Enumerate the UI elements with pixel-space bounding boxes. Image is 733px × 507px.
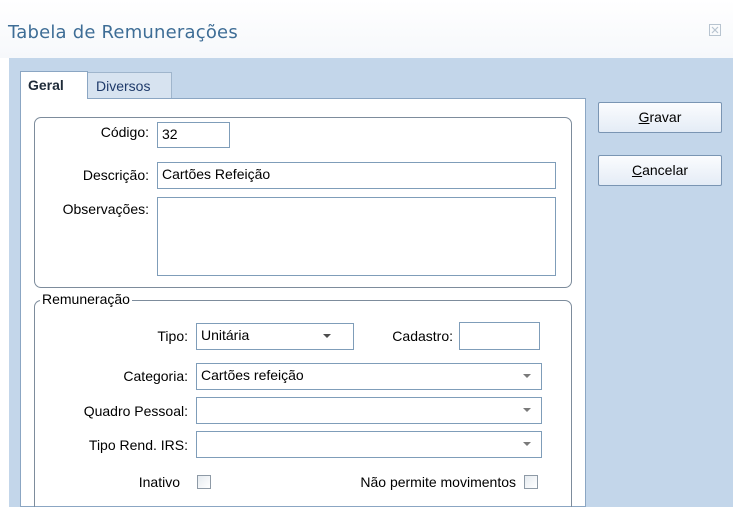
window-title: Tabela de Remunerações — [8, 22, 238, 43]
cadastro-field[interactable] — [459, 322, 540, 350]
cadastro-label: Cadastro: — [392, 328, 453, 344]
inativo-checkbox[interactable] — [197, 475, 211, 489]
codigo-field[interactable]: 32 — [157, 122, 230, 148]
tipo-select[interactable]: Unitária — [196, 323, 354, 350]
categoria-select-value: Cartões refeição — [201, 367, 304, 383]
save-button-mnemonic: G — [638, 109, 650, 125]
save-button-label: ravar — [649, 109, 682, 125]
quadro-pessoal-label: Quadro Pessoal: — [83, 403, 188, 419]
tipo-select-value: Unitária — [201, 327, 250, 343]
categoria-select[interactable]: Cartões refeição — [196, 363, 542, 390]
tab-geral[interactable]: Geral — [20, 71, 88, 99]
close-icon[interactable] — [709, 24, 721, 36]
nao-permite-movimentos-label: Não permite movimentos — [360, 474, 516, 490]
tipo-rend-irs-label: Tipo Rend. IRS: — [88, 437, 188, 453]
observacoes-field[interactable] — [157, 197, 556, 276]
chevron-down-icon[interactable] — [519, 432, 535, 457]
inativo-label: Inativo — [138, 474, 180, 490]
remuneracao-legend: Remuneração — [40, 291, 132, 307]
tab-diversos[interactable]: Diversos — [88, 72, 172, 98]
cancel-button-label: ancelar — [642, 162, 689, 178]
descricao-field[interactable]: Cartões Refeição — [157, 162, 556, 189]
categoria-label: Categoria: — [123, 368, 188, 384]
tipo-label: Tipo: — [157, 328, 188, 344]
tipo-rend-irs-select[interactable] — [196, 431, 542, 458]
tab-diversos-label: Diversos — [96, 78, 151, 94]
chevron-down-icon[interactable] — [519, 398, 535, 423]
save-button[interactable]: Gravar — [598, 102, 722, 133]
observacoes-label: Observações: — [62, 201, 149, 217]
descricao-label: Descrição: — [82, 167, 149, 183]
codigo-label: Código: — [100, 124, 149, 140]
chevron-down-icon[interactable] — [519, 364, 535, 389]
chevron-down-icon[interactable] — [319, 324, 335, 349]
cancel-button-mnemonic: C — [631, 162, 643, 178]
remuneracoes-window: Tabela de Remunerações Geral Diversos Gr… — [0, 0, 733, 507]
cancel-button[interactable]: Cancelar — [598, 155, 722, 186]
nao-permite-movimentos-checkbox[interactable] — [524, 475, 538, 489]
quadro-pessoal-select[interactable] — [196, 397, 542, 424]
title-bar: Tabela de Remunerações — [0, 0, 733, 58]
tab-geral-label: Geral — [28, 77, 64, 93]
